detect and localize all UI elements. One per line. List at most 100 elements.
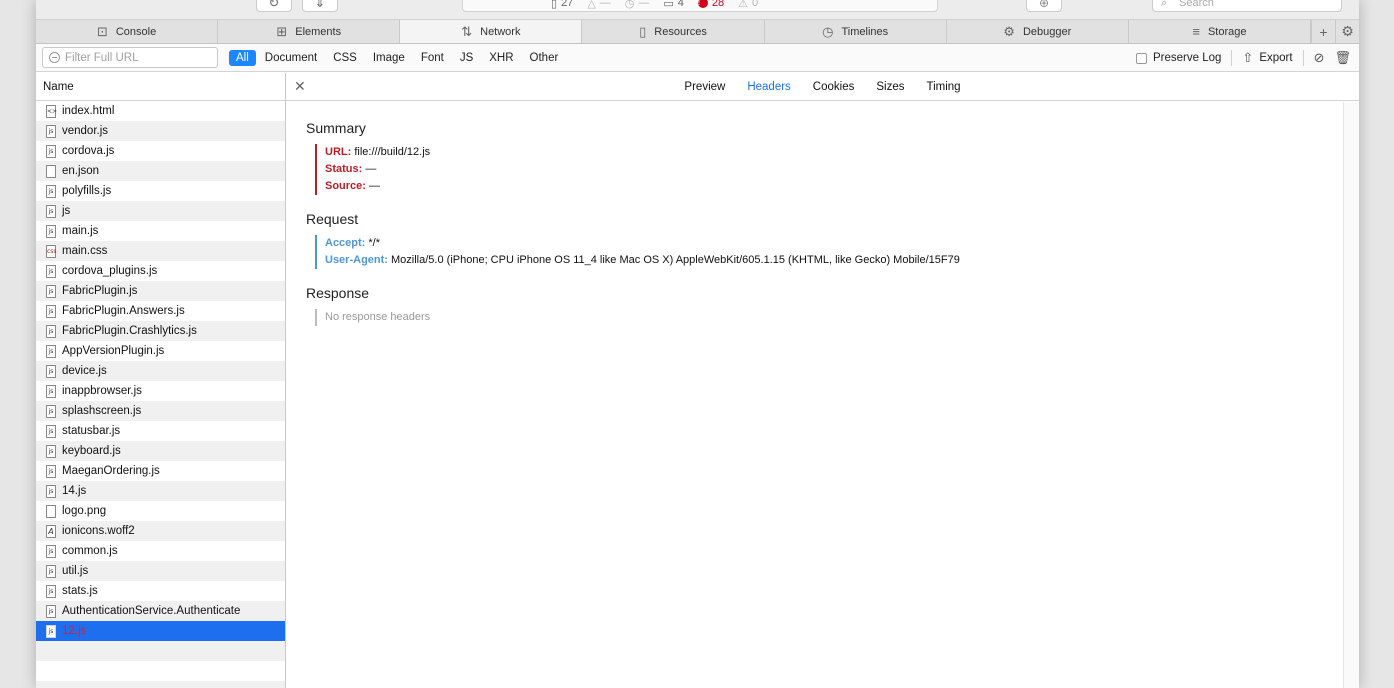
filter-bar: - All Document CSS Image Font JS XHR Oth… [36,44,1359,72]
image-file-icon [46,504,56,518]
file-row[interactable]: js vendor.js [36,121,285,141]
js-file-icon: js [46,624,56,638]
file-row[interactable]: js AppVersionPlugin.js [36,341,285,361]
type-js[interactable]: JS [453,50,480,66]
file-row[interactable]: js keyboard.js [36,441,285,461]
type-document[interactable]: Document [258,50,324,66]
status-summary: ▯ 27 △ — ◷ — ▭ 4 ! 28 ⚠ 0 [462,0,938,12]
type-xhr[interactable]: XHR [482,50,520,66]
logs-count[interactable]: ▭ 4 [663,0,684,10]
filter-url-field[interactable]: - [42,47,218,68]
response-title: Response [306,285,370,301]
tab-preview[interactable]: Preview [684,81,725,93]
detail-pane: ✕ Preview Headers Cookies Sizes Timing S… [286,73,1359,688]
file-row[interactable]: js stats.js [36,581,285,601]
file-name: polyfills.js [62,185,112,197]
file-row[interactable]: js AuthenticationService.Authenticate [36,601,285,621]
empty-row [36,641,285,661]
filter-url-input[interactable] [65,51,215,64]
download-button[interactable]: ⇓ [302,0,338,12]
html-file-icon: <> [46,104,57,118]
divider [1231,50,1233,66]
file-row[interactable]: en.json [36,161,285,181]
file-row[interactable]: js cordova.js [36,141,285,161]
summary-group: URL: file:///build/12.js Status: — Sourc… [315,144,1323,195]
summary-url-row: URL: file:///build/12.js [325,144,1323,161]
close-icon[interactable]: ✕ [294,79,306,93]
js-file-icon: js [46,364,56,378]
js-file-icon: js [46,604,56,618]
type-font[interactable]: Font [414,50,451,66]
tab-sizes[interactable]: Sizes [876,81,904,93]
network-icon: ⇅ [461,23,473,39]
js-file-icon: js [46,564,56,578]
preserve-log-checkbox[interactable] [1136,52,1148,64]
reload-button[interactable]: ↻ [256,0,292,12]
file-row[interactable]: Aionicons.woff2 [36,521,285,541]
search-input[interactable]: ⌕ Search [1152,0,1342,12]
new-tab-button[interactable]: + [1310,20,1335,43]
tab-timing[interactable]: Timing [926,81,960,93]
file-row[interactable]: js js [36,201,285,221]
export-button[interactable]: ⇧ Export [1242,50,1292,66]
file-row[interactable]: js 14.js [36,481,285,501]
header-key: Status: [325,163,363,175]
file-row[interactable]: js FabricPlugin.Crashlytics.js [36,321,285,341]
file-row[interactable]: js common.js [36,541,285,561]
settings-button[interactable]: ⚙ [1334,20,1359,43]
file-name: keyboard.js [62,445,121,457]
pages-count[interactable]: ▯ 27 [551,0,573,10]
file-row[interactable]: js FabricPlugin.js [36,281,285,301]
tab-elements[interactable]: ⊞ Elements [218,20,401,43]
header-key: User-Agent: [325,254,388,266]
file-row[interactable]: js statusbar.js [36,421,285,441]
errors-count[interactable]: ! 28 [697,0,724,9]
file-row[interactable]: js 12.js [36,621,285,641]
file-row[interactable]: js MaeganOrdering.js [36,461,285,481]
file-row[interactable]: js inappbrowser.js [36,381,285,401]
file-row[interactable]: css main.css [36,241,285,261]
type-all[interactable]: All [229,49,256,66]
file-row[interactable]: js cordova_plugins.js [36,261,285,281]
detail-tabs: ✕ Preview Headers Cookies Sizes Timing [286,73,1359,101]
disable-cache-button[interactable]: ⊘ [1314,50,1325,66]
file-row[interactable]: js device.js [36,361,285,381]
header-value[interactable]: file:///build/12.js [354,146,430,158]
name-column-header[interactable]: Name [36,73,285,101]
tab-storage[interactable]: ≡ Storage [1129,20,1311,43]
file-row[interactable]: js FabricPlugin.Answers.js [36,301,285,321]
file-name: en.json [62,165,100,177]
js-file-icon: js [46,444,56,458]
element-picker-button[interactable]: ⊕ [1026,0,1062,12]
header-value: Mozilla/5.0 (iPhone; CPU iPhone OS 11_4 … [391,254,960,266]
request-group: Accept: */* User-Agent: Mozilla/5.0 (iPh… [315,235,1323,269]
type-other[interactable]: Other [523,50,566,66]
file-row[interactable]: js splashscreen.js [36,401,285,421]
tab-network[interactable]: ⇅ Network [400,20,583,43]
network-main: Name <> index.html js vendor.js js cordova.js… [36,73,1359,688]
file-row[interactable]: <> index.html [36,101,285,121]
js-file-icon: js [46,584,56,598]
file-row[interactable]: js util.js [36,561,285,581]
file-row[interactable]: js polyfills.js [36,181,285,201]
tab-console[interactable]: ⊡ Console [36,20,219,43]
file-row[interactable]: logo.png [36,501,285,521]
tab-headers[interactable]: Headers [747,81,790,93]
file-name: common.js [62,545,118,557]
crosshair-icon: ⊕ [1038,0,1050,10]
type-css[interactable]: CSS [326,50,364,66]
file-name: splashscreen.js [62,405,142,417]
type-image[interactable]: Image [366,50,412,66]
preserve-log-toggle[interactable]: Preserve Log [1136,52,1221,64]
tab-cookies[interactable]: Cookies [813,81,855,93]
summary-source-row: Source: — [325,178,1323,195]
font-file-icon: A [46,524,56,538]
file-row[interactable]: js main.js [36,221,285,241]
clear-button[interactable]: 🗑 [1334,50,1351,66]
tab-resources[interactable]: ▯ Resources [582,20,765,43]
warnings-count[interactable]: ⚠ 0 [738,0,758,10]
scrollbar[interactable] [1343,102,1359,688]
tab-debugger[interactable]: ⚙ Debugger [947,20,1129,43]
tab-timelines[interactable]: ◷ Timelines [765,20,947,43]
inspector-window: ↻ ⇓ ▯ 27 △ — ◷ — ▭ 4 ! 28 ⚠ 0 ⊕ ⌕ Search ⊡ Cons… [36,0,1359,688]
